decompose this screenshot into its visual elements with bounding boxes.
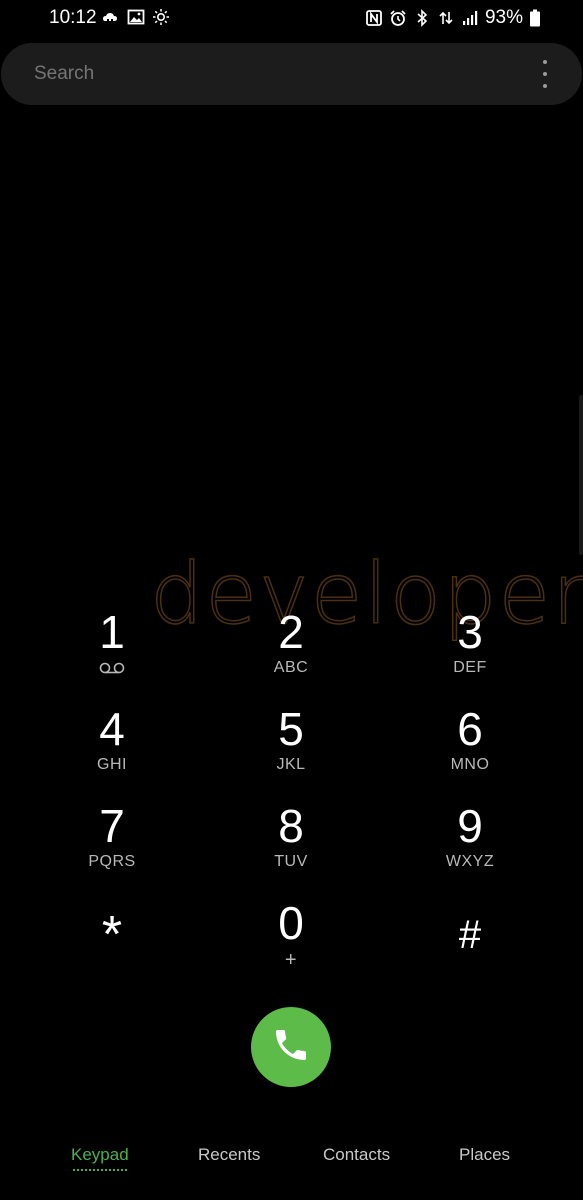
tab-places[interactable]: Places	[459, 1145, 510, 1165]
key-digit: 3	[457, 606, 483, 658]
key-letters: MNO	[450, 756, 490, 773]
key-5[interactable]: 5 JKL	[221, 704, 361, 794]
search-bar[interactable]	[1, 43, 582, 105]
key-0[interactable]: 0 +	[221, 898, 361, 988]
nfc-icon	[365, 9, 383, 27]
phone-icon	[271, 1025, 311, 1070]
status-bar: 10:12 93%	[0, 0, 583, 36]
tab-label: Places	[459, 1145, 511, 1164]
key-2[interactable]: 2 ABC	[221, 607, 361, 697]
key-7[interactable]: 7 PQRS	[42, 801, 182, 891]
key-letters: WXYZ	[445, 853, 495, 870]
key-letters: ABC	[273, 659, 309, 676]
key-digit: 2	[278, 606, 304, 658]
data-icon	[437, 9, 455, 27]
more-dot	[543, 60, 547, 64]
weather-icon	[102, 8, 120, 26]
tab-recents[interactable]: Recents	[198, 1145, 260, 1165]
tab-label: Recents	[198, 1145, 261, 1164]
alarm-icon	[389, 9, 407, 27]
status-time: 10:12	[49, 7, 97, 28]
bottom-nav: Keypad Recents Contacts Places	[0, 1130, 583, 1190]
key-6[interactable]: 6 MNO	[400, 704, 540, 794]
active-tab-indicator	[73, 1169, 127, 1171]
key-letters: GHI	[97, 756, 127, 773]
notification-icons	[102, 8, 170, 26]
key-digit: 8	[278, 800, 304, 852]
key-star[interactable]: *	[42, 905, 182, 995]
tab-label: Keypad	[71, 1145, 129, 1164]
key-digit: 1	[99, 606, 125, 658]
system-icons: 93%	[365, 7, 541, 29]
battery-percent: 93%	[484, 7, 523, 28]
search-input[interactable]	[34, 43, 494, 105]
tab-label: Contacts	[323, 1145, 391, 1164]
key-3[interactable]: 3 DEF	[400, 607, 540, 697]
key-letters: DEF	[453, 659, 487, 676]
signal-icon	[461, 9, 479, 27]
more-dot	[543, 84, 547, 88]
key-digit: #	[458, 913, 482, 957]
battery-icon	[529, 9, 541, 27]
key-letters: JKL	[276, 756, 306, 773]
key-8[interactable]: 8 TUV	[221, 801, 361, 891]
tab-keypad[interactable]: Keypad	[71, 1145, 129, 1171]
key-digit: 9	[457, 800, 483, 852]
key-digit: 6	[457, 703, 483, 755]
more-options-button[interactable]	[538, 60, 552, 88]
key-9[interactable]: 9 WXYZ	[400, 801, 540, 891]
key-digit: 7	[99, 800, 125, 852]
tab-contacts[interactable]: Contacts	[323, 1145, 390, 1165]
sun-icon	[152, 8, 170, 26]
key-letters: +	[284, 949, 298, 971]
gallery-icon	[127, 8, 145, 26]
call-button[interactable]	[251, 1007, 331, 1087]
key-letters: PQRS	[88, 853, 136, 870]
voicemail-icon	[42, 661, 182, 679]
key-digit: 4	[99, 703, 125, 755]
scroll-indicator	[579, 395, 583, 555]
key-letters: TUV	[274, 853, 308, 870]
key-4[interactable]: 4 GHI	[42, 704, 182, 794]
more-dot	[543, 72, 547, 76]
key-1[interactable]: 1	[42, 607, 182, 697]
key-digit: 5	[278, 703, 304, 755]
key-hash[interactable]: #	[400, 910, 540, 1000]
bluetooth-icon	[413, 9, 431, 27]
key-digit: *	[101, 906, 123, 964]
key-digit: 0	[278, 897, 304, 949]
